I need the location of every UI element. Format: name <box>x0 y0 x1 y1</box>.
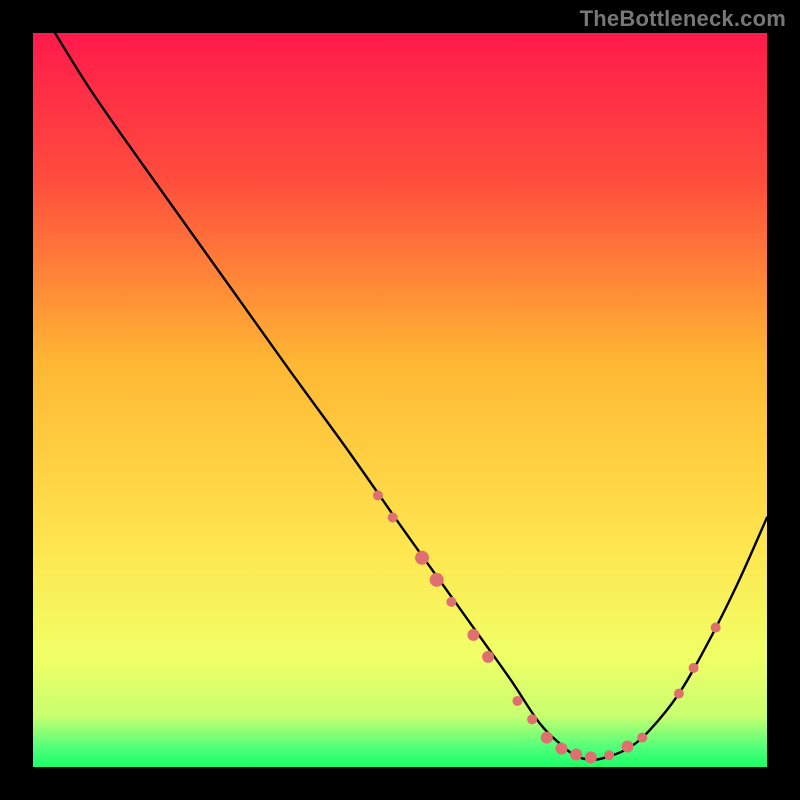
highlight-point <box>622 740 634 752</box>
highlight-point <box>711 623 721 633</box>
highlight-point <box>446 597 456 607</box>
highlight-point <box>512 696 522 706</box>
highlight-point <box>637 733 647 743</box>
highlight-point <box>482 651 494 663</box>
watermark-text: TheBottleneck.com <box>580 6 786 32</box>
chart-frame: TheBottleneck.com <box>0 0 800 800</box>
plot-area <box>33 33 767 767</box>
highlight-point <box>541 732 553 744</box>
highlight-point <box>674 689 684 699</box>
chart-svg <box>33 33 767 767</box>
highlight-point <box>373 490 383 500</box>
highlight-point <box>527 714 537 724</box>
highlight-point <box>555 743 567 755</box>
highlight-point <box>430 573 444 587</box>
gradient-background <box>33 33 767 767</box>
highlight-point <box>604 750 614 760</box>
highlight-point <box>415 551 429 565</box>
highlight-point <box>585 751 597 763</box>
highlight-point <box>388 512 398 522</box>
highlight-point <box>467 629 479 641</box>
highlight-point <box>689 663 699 673</box>
highlight-point <box>570 749 582 761</box>
